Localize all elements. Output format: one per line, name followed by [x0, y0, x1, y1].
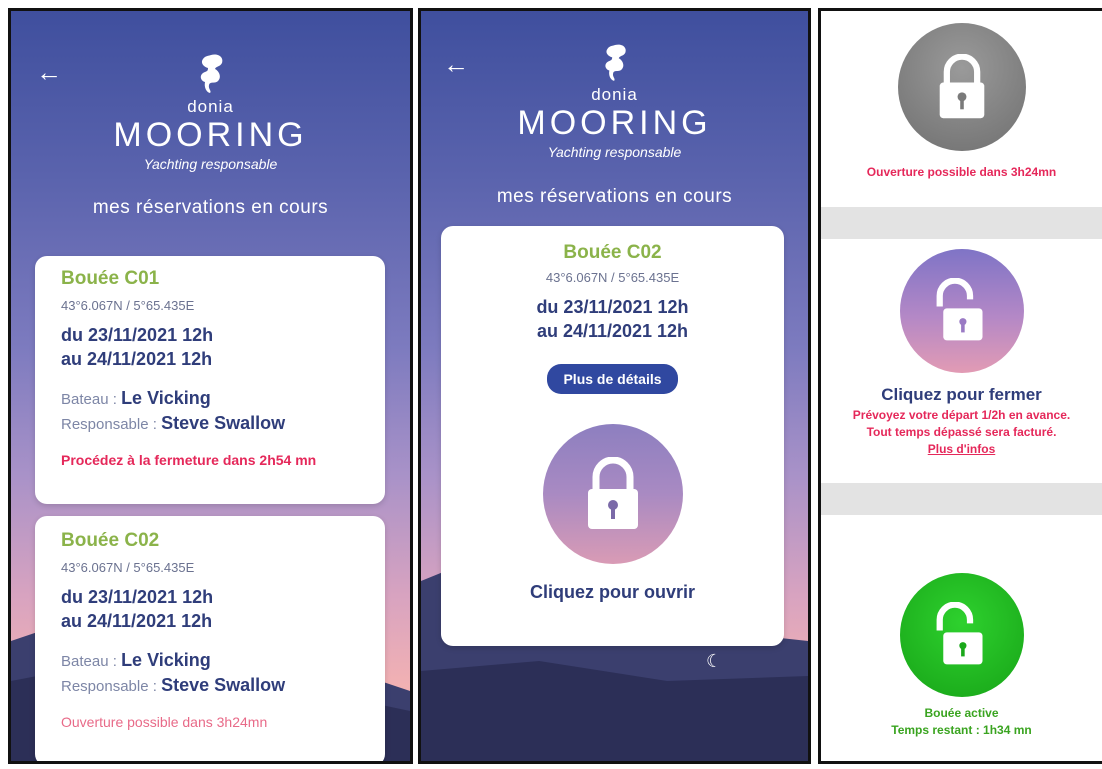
state-active: Bouée active Temps restant : 1h34 mn — [821, 573, 1102, 740]
date-to: au 24/11/2021 12h — [61, 349, 213, 370]
brand-big: MOORING — [517, 104, 712, 142]
active-line-2: Temps restant : 1h34 mn — [891, 723, 1032, 738]
date-to: au 24/11/2021 12h — [536, 321, 689, 342]
date-range: du 23/11/2021 12h au 24/11/2021 12h — [461, 295, 764, 344]
date-from: du 23/11/2021 12h — [61, 325, 214, 345]
open-label[interactable]: Cliquez pour ouvrir — [461, 582, 764, 603]
section-title: mes réservations en cours — [496, 186, 733, 207]
unlocked-padlock-button[interactable] — [899, 249, 1024, 373]
state-unlocked: Cliquez pour fermer Prévoyez votre dépar… — [821, 249, 1102, 456]
status-text: Ouverture possible dans 3h24mn — [61, 713, 268, 730]
buoy-name: Bouée C02 — [563, 242, 662, 263]
date-range: du 23/11/2021 12h au 24/11/2021 12h — [61, 323, 359, 372]
details-button[interactable]: Plus de détails — [547, 363, 678, 394]
lock-icon — [587, 456, 638, 529]
boat-name: Le Vicking — [121, 387, 211, 408]
date-range: du 23/11/2021 12h au 24/11/2021 12h — [61, 585, 359, 634]
reservation-card-c01[interactable]: Bouée C01 43°6.067N / 5°65.435E du 23/11… — [35, 256, 385, 504]
active-line-1: Bouée active — [924, 706, 999, 720]
tagline: Yachting responsable — [547, 144, 682, 161]
mascot-icon — [200, 54, 222, 93]
date-to: au 24/11/2021 12h — [61, 611, 213, 632]
active-padlock-button[interactable] — [899, 573, 1024, 697]
unlocked-padlock-icon — [936, 602, 983, 665]
tagline: Yachting responsable — [143, 156, 278, 173]
reservations-list-screen: ← donia MOORING Yachting responsable mes… — [8, 8, 413, 764]
owner-name: Steve Swallow — [161, 674, 286, 695]
date-from: du 23/11/2021 12h — [536, 297, 689, 317]
owner-label: Responsable : — [61, 415, 157, 433]
reservation-card-c02[interactable]: Bouée C02 43°6.067N / 5°65.435E du 23/11… — [35, 516, 385, 761]
boat-label: Bateau : — [61, 652, 117, 670]
owner-line: Responsable : Steve Swallow — [61, 413, 359, 434]
date-from: du 23/11/2021 12h — [61, 587, 214, 607]
buoy-name: Bouée C01 — [61, 268, 160, 289]
owner-line: Responsable : Steve Swallow — [61, 675, 359, 696]
active-status: Bouée active Temps restant : 1h34 mn — [821, 705, 1102, 740]
state-locked: Ouverture possible dans 3h24mn — [821, 23, 1102, 179]
buoy-name: Bouée C02 — [61, 530, 160, 551]
separator — [821, 207, 1102, 239]
reservation-detail-card: Bouée C02 43°6.067N / 5°65.435E du 23/11… — [441, 226, 784, 646]
moon-icon: ☾ — [706, 651, 723, 671]
close-warning: Prévoyez votre départ 1/2h en avance. To… — [821, 407, 1102, 442]
close-label[interactable]: Cliquez pour fermer — [821, 385, 1102, 405]
brand-small: donia — [187, 97, 234, 116]
warning-line-1: Prévoyez votre départ 1/2h en avance. — [852, 408, 1071, 422]
coordinates: 43°6.067N / 5°65.435E — [61, 560, 195, 575]
brand-small: donia — [591, 85, 638, 104]
coordinates: 43°6.067N / 5°65.435E — [61, 298, 195, 313]
section-title: mes réservations en cours — [92, 197, 329, 218]
logo: donia MOORING Yachting responsable — [11, 51, 410, 172]
locked-padlock-button[interactable] — [897, 23, 1026, 151]
owner-label: Responsable : — [61, 677, 157, 695]
logo: donia MOORING Yachting responsable — [421, 41, 808, 160]
state-locked-text: Ouverture possible dans 3h24mn — [866, 165, 1057, 179]
separator — [821, 483, 1102, 515]
boat-label: Bateau : — [61, 390, 117, 408]
warning-line-2: Tout temps dépassé sera facturé. — [866, 425, 1057, 440]
locked-padlock-icon — [939, 54, 984, 119]
reservation-detail-screen: ☾ ← donia MOORING Yachting responsable m… — [418, 8, 811, 764]
boat-line: Bateau : Le Vicking — [61, 650, 359, 671]
boat-line: Bateau : Le Vicking — [61, 388, 359, 409]
mascot-icon — [604, 44, 626, 81]
coordinates: 43°6.067N / 5°65.435E — [545, 270, 680, 285]
boat-name: Le Vicking — [121, 649, 211, 670]
more-info-link[interactable]: Plus d'infos — [821, 442, 1102, 456]
status-text: Procédez à la fermeture dans 2h54 mn — [61, 451, 317, 468]
lock-toggle-button[interactable] — [542, 423, 683, 564]
unlocked-padlock-icon — [936, 278, 983, 341]
owner-name: Steve Swallow — [161, 412, 286, 433]
brand-big: MOORING — [113, 116, 308, 154]
lock-states-panel: Ouverture possible dans 3h24mn Cliquez p… — [818, 8, 1102, 764]
